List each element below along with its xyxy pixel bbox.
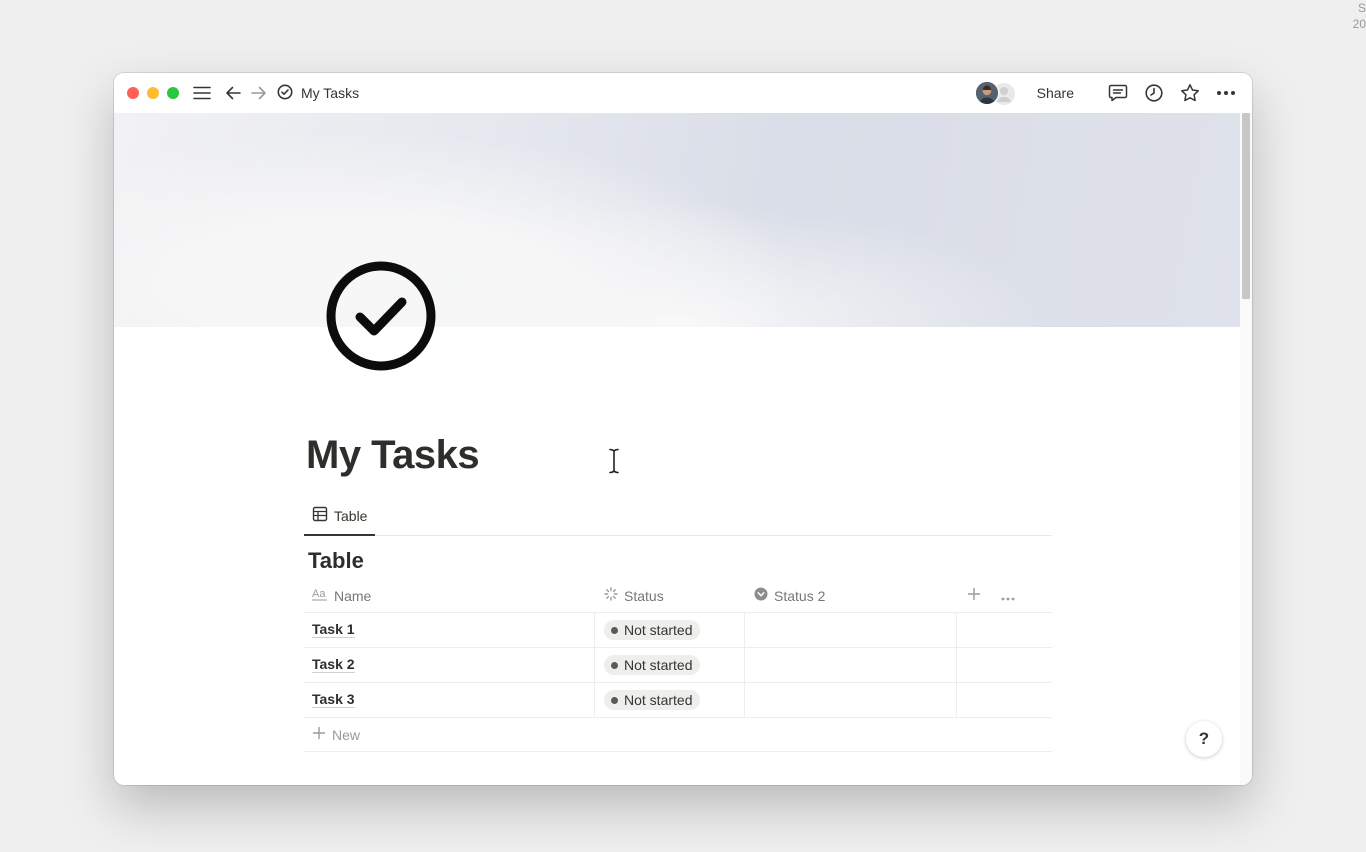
- sidebar-menu-icon[interactable]: [193, 86, 211, 100]
- breadcrumb[interactable]: My Tasks: [277, 84, 359, 103]
- name-cell[interactable]: Task 2: [304, 648, 595, 682]
- titlebar-actions: Share: [974, 73, 1236, 113]
- title-bar: My Tasks Share: [114, 73, 1252, 113]
- status-dot: [611, 696, 618, 704]
- column-header-status-2[interactable]: Status 2: [745, 579, 957, 612]
- database-title[interactable]: Table: [308, 548, 364, 574]
- column-header-label: Status 2: [774, 587, 826, 604]
- column-header-label: Name: [334, 587, 372, 604]
- name-cell[interactable]: Task 1: [304, 613, 595, 647]
- table-row[interactable]: Task 3 Not started: [304, 683, 1052, 718]
- status-chevron-icon: [754, 587, 768, 604]
- task-name[interactable]: Task 2: [312, 657, 355, 673]
- status-dot: [611, 661, 618, 669]
- column-header-status[interactable]: Status: [595, 579, 745, 612]
- scrollbar-thumb[interactable]: [1242, 113, 1250, 299]
- status-pill: Not started: [604, 690, 701, 710]
- collaborator-avatars[interactable]: [974, 81, 1019, 106]
- traffic-lights: [127, 87, 179, 99]
- task-name[interactable]: Task 3: [312, 692, 355, 708]
- plus-icon: [312, 726, 326, 743]
- status-2-cell[interactable]: [745, 613, 957, 647]
- status-cell[interactable]: Not started: [595, 648, 745, 682]
- svg-text:Aa: Aa: [312, 588, 326, 600]
- more-options-icon[interactable]: [1216, 90, 1236, 96]
- name-cell[interactable]: Task 3: [304, 683, 595, 717]
- zoom-window-button[interactable]: [167, 87, 179, 99]
- minimize-window-button[interactable]: [147, 87, 159, 99]
- table-row[interactable]: Task 2 Not started: [304, 648, 1052, 683]
- table-icon: [312, 506, 328, 525]
- view-tabs: Table: [304, 497, 1052, 536]
- status-label: Not started: [624, 692, 693, 708]
- status-pill: Not started: [604, 655, 701, 675]
- status-2-cell[interactable]: [745, 683, 957, 717]
- status-label: Not started: [624, 657, 693, 673]
- text-cursor-icon: [608, 447, 620, 480]
- page-title[interactable]: My Tasks: [306, 433, 480, 478]
- new-row-label: New: [332, 726, 361, 743]
- forward-arrow-icon[interactable]: [251, 86, 267, 100]
- page-check-circle-icon[interactable]: [324, 259, 438, 373]
- table-row[interactable]: Task 1 Not started: [304, 613, 1052, 648]
- empty-cell: [957, 648, 1052, 682]
- star-favorite-icon[interactable]: [1180, 83, 1200, 103]
- tab-table-label: Table: [334, 507, 368, 524]
- column-header-name[interactable]: Aa Name: [304, 579, 595, 612]
- comments-icon[interactable]: [1108, 84, 1128, 102]
- new-row-button[interactable]: New: [304, 718, 1052, 752]
- status-cell[interactable]: Not started: [595, 613, 745, 647]
- close-window-button[interactable]: [127, 87, 139, 99]
- status-dot: [611, 626, 618, 634]
- task-name[interactable]: Task 1: [312, 622, 355, 638]
- empty-cell: [957, 613, 1052, 647]
- column-header-label: Status: [624, 587, 664, 604]
- status-2-cell[interactable]: [745, 648, 957, 682]
- clock-history-icon[interactable]: [1144, 83, 1164, 103]
- help-button[interactable]: ?: [1186, 721, 1222, 757]
- status-label: Not started: [624, 622, 693, 638]
- column-more-options-icon[interactable]: [1001, 588, 1015, 604]
- status-spinner-icon: [604, 587, 618, 604]
- avatar: [974, 81, 999, 105]
- table-header-row: Aa Name Status Status 2: [304, 579, 1052, 613]
- empty-cell: [957, 683, 1052, 717]
- app-window: My Tasks Share My Tasks Table Table Aa N…: [114, 73, 1252, 785]
- tab-table[interactable]: Table: [304, 497, 376, 536]
- text-aa-icon: Aa: [312, 587, 328, 604]
- status-pill: Not started: [604, 620, 701, 640]
- database-table: Aa Name Status Status 2 Task 1 Not start…: [304, 579, 1052, 752]
- add-column-plus-icon[interactable]: [967, 587, 981, 604]
- screen-corner-text: S 20: [1352, 1, 1366, 31]
- share-button[interactable]: Share: [1037, 85, 1074, 101]
- status-cell[interactable]: Not started: [595, 683, 745, 717]
- breadcrumb-page-title: My Tasks: [301, 85, 360, 101]
- column-header-actions: [957, 579, 1052, 612]
- back-arrow-icon[interactable]: [225, 86, 241, 100]
- page-cover-image[interactable]: [114, 113, 1240, 327]
- check-circle-small-icon: [277, 84, 293, 103]
